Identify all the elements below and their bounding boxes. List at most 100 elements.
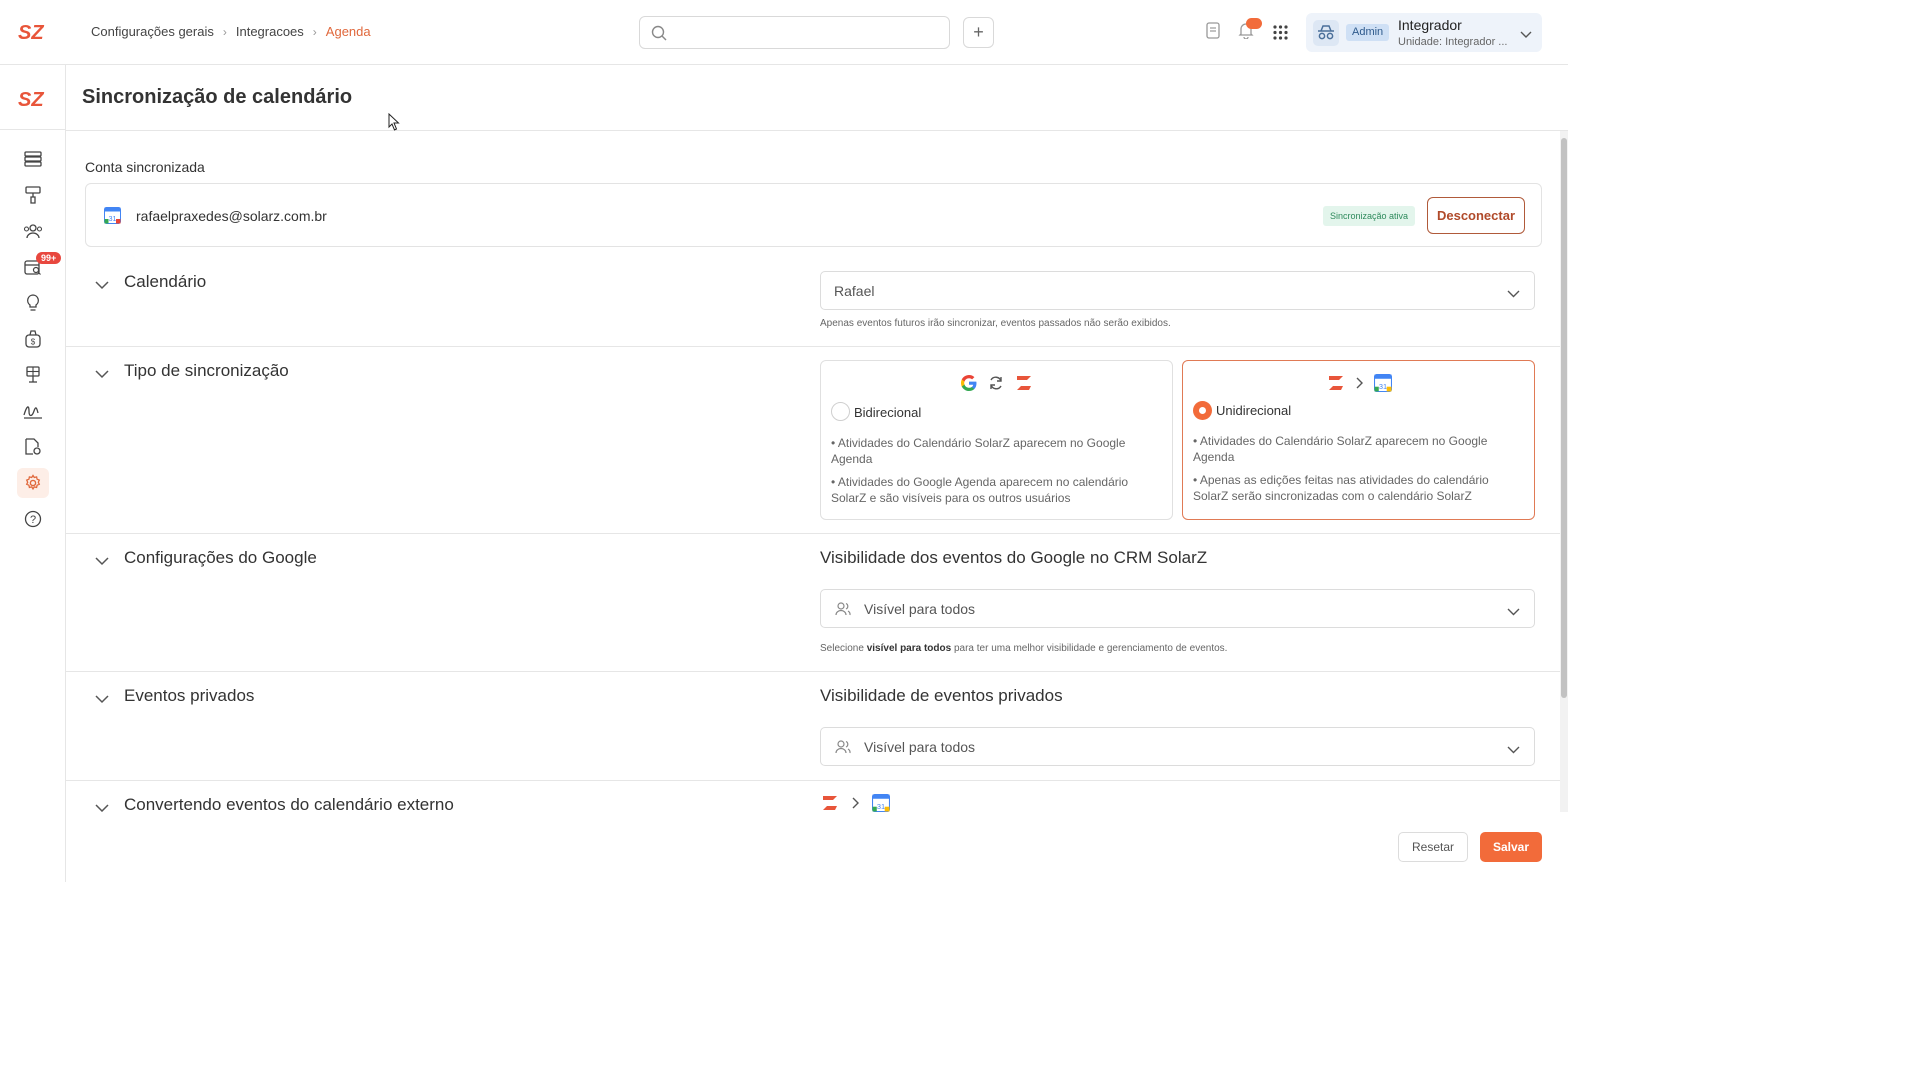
sidebar-item-finance[interactable]: $ — [17, 324, 49, 354]
section-title-calendar[interactable]: Calendário — [124, 272, 206, 292]
section-title-convert[interactable]: Convertendo eventos do calendário extern… — [124, 795, 454, 812]
synced-account-label: Conta sincronizada — [85, 159, 205, 175]
synced-account-card: 31 rafaelpraxedes@solarz.com.br Sincroni… — [85, 183, 1542, 247]
solarz-z-icon — [823, 796, 837, 810]
sync-option-icons — [821, 373, 1172, 393]
svg-text:SZ: SZ — [18, 89, 44, 111]
chevron-down-icon[interactable] — [95, 800, 109, 812]
divider — [0, 129, 66, 130]
chevron-down-icon — [1507, 285, 1520, 303]
chevron-right-icon: › — [312, 24, 317, 39]
reset-button[interactable]: Resetar — [1398, 832, 1468, 862]
signature-icon — [23, 406, 42, 419]
sync-option-unidirectional[interactable]: 31 Unidirecional • Atividades do Calendá… — [1182, 360, 1535, 520]
svg-text:31: 31 — [877, 802, 885, 811]
user-name: Integrador — [1398, 17, 1462, 33]
google-calendar-icon: 31 — [104, 207, 121, 229]
mouse-cursor-icon — [388, 112, 400, 136]
private-visibility-select[interactable]: Visível para todos — [820, 727, 1535, 766]
calendar-select[interactable]: Rafael — [820, 271, 1535, 310]
sidebar-item-documents[interactable] — [17, 432, 49, 462]
section-title-google[interactable]: Configurações do Google — [124, 548, 317, 568]
notification-badge — [1246, 18, 1262, 29]
sidebar-item-list[interactable] — [17, 144, 49, 174]
svg-text:31: 31 — [109, 216, 117, 223]
option-label: Bidirecional — [854, 405, 922, 420]
paint-roller-icon — [25, 186, 41, 204]
breadcrumb-item-configuracoes[interactable]: Configurações gerais — [91, 24, 214, 39]
section-title-sync-type[interactable]: Tipo de sincronização — [124, 361, 289, 381]
chevron-down-icon[interactable] — [95, 553, 109, 571]
google-calendar-icon: 31 — [1373, 374, 1392, 392]
chevron-down-icon — [1507, 741, 1520, 759]
gear-icon — [25, 474, 41, 491]
chevron-down-icon — [1520, 26, 1532, 44]
sync-option-bidirectional[interactable]: Bidirecional • Atividades do Calendário … — [820, 360, 1173, 520]
google-visibility-hint: Selecione visível para todos para ter um… — [820, 643, 1228, 654]
sidebar-item-signature[interactable] — [17, 396, 49, 426]
sidebar: SZ 99+ $ ? — [0, 65, 66, 882]
search-icon — [651, 25, 667, 41]
private-visibility-title: Visibilidade de eventos privados — [820, 686, 1063, 705]
svg-text:SZ: SZ — [18, 22, 44, 44]
convert-direction-icons: 31 — [820, 793, 890, 812]
google-visibility-value: Visível para todos — [864, 601, 976, 617]
breadcrumb: Configurações gerais › Integracoes › Age… — [91, 24, 371, 39]
users-icon — [23, 224, 43, 239]
chevron-down-icon[interactable] — [95, 277, 109, 295]
solarz-z-icon — [1016, 376, 1031, 390]
section-title-private[interactable]: Eventos privados — [124, 686, 254, 706]
footer-actions: Resetar Salvar — [66, 812, 1568, 882]
user-unit: Unidade: Integrador ... — [1398, 36, 1508, 48]
notification-badge: 99+ — [36, 252, 62, 264]
breadcrumb-item-integracoes[interactable]: Integracoes — [236, 24, 304, 39]
divider — [66, 671, 1560, 672]
google-visibility-select[interactable]: Visível para todos — [820, 589, 1535, 628]
disconnect-button[interactable]: Desconectar — [1427, 197, 1525, 234]
chevron-down-icon[interactable] — [95, 691, 109, 709]
solarz-logo[interactable]: SZ — [18, 20, 48, 49]
calendar-hint: Apenas eventos futuros irão sincronizar,… — [820, 318, 1171, 329]
option-description: • Atividades do Google Agenda aparecem n… — [831, 475, 1129, 505]
notes-icon[interactable] — [1206, 22, 1221, 44]
save-button[interactable]: Salvar — [1480, 832, 1542, 862]
solar-panel-icon — [26, 366, 40, 383]
help-icon: ? — [24, 510, 42, 528]
sidebar-item-users[interactable] — [17, 216, 49, 246]
incognito-icon — [1313, 20, 1339, 46]
chevron-down-icon — [1507, 603, 1520, 621]
apps-grid-icon[interactable] — [1273, 25, 1288, 45]
sync-icon — [989, 376, 1002, 390]
divider — [66, 780, 1560, 781]
svg-text:?: ? — [30, 514, 36, 526]
top-bar: SZ Configurações gerais › Integracoes › … — [0, 0, 1568, 65]
scrollbar-thumb[interactable] — [1561, 138, 1567, 698]
google-calendar-icon: 31 — [872, 794, 890, 812]
role-badge: Admin — [1346, 24, 1390, 41]
chevron-right-icon — [1356, 377, 1363, 389]
calendar-select-value: Rafael — [834, 283, 875, 299]
radio-bidirectional[interactable] — [831, 402, 850, 421]
add-button[interactable]: + — [963, 17, 994, 48]
users-icon — [835, 601, 851, 622]
option-description: • Apenas as edições feitas nas atividade… — [1193, 473, 1489, 503]
list-icon — [24, 151, 42, 167]
page-header: Sincronização de calendário — [66, 65, 1568, 131]
divider — [66, 346, 1560, 347]
sidebar-item-help[interactable]: ? — [17, 504, 49, 534]
radio-unidirectional[interactable] — [1193, 401, 1212, 420]
search-input[interactable] — [639, 16, 950, 49]
sidebar-item-paint[interactable] — [17, 180, 49, 210]
user-menu[interactable]: Admin Integrador Unidade: Integrador ... — [1306, 13, 1542, 52]
page-title: Sincronização de calendário — [82, 86, 353, 108]
solarz-z-icon — [1328, 376, 1343, 390]
breadcrumb-item-agenda: Agenda — [325, 24, 371, 39]
solarz-logo[interactable]: SZ — [18, 87, 48, 116]
divider — [66, 533, 1560, 534]
sidebar-item-ideas[interactable] — [17, 288, 49, 318]
sidebar-item-solar[interactable] — [17, 360, 49, 390]
chevron-down-icon[interactable] — [95, 366, 109, 384]
sidebar-item-settings[interactable] — [17, 468, 49, 498]
svg-text:$: $ — [31, 338, 36, 347]
google-icon — [960, 375, 976, 391]
